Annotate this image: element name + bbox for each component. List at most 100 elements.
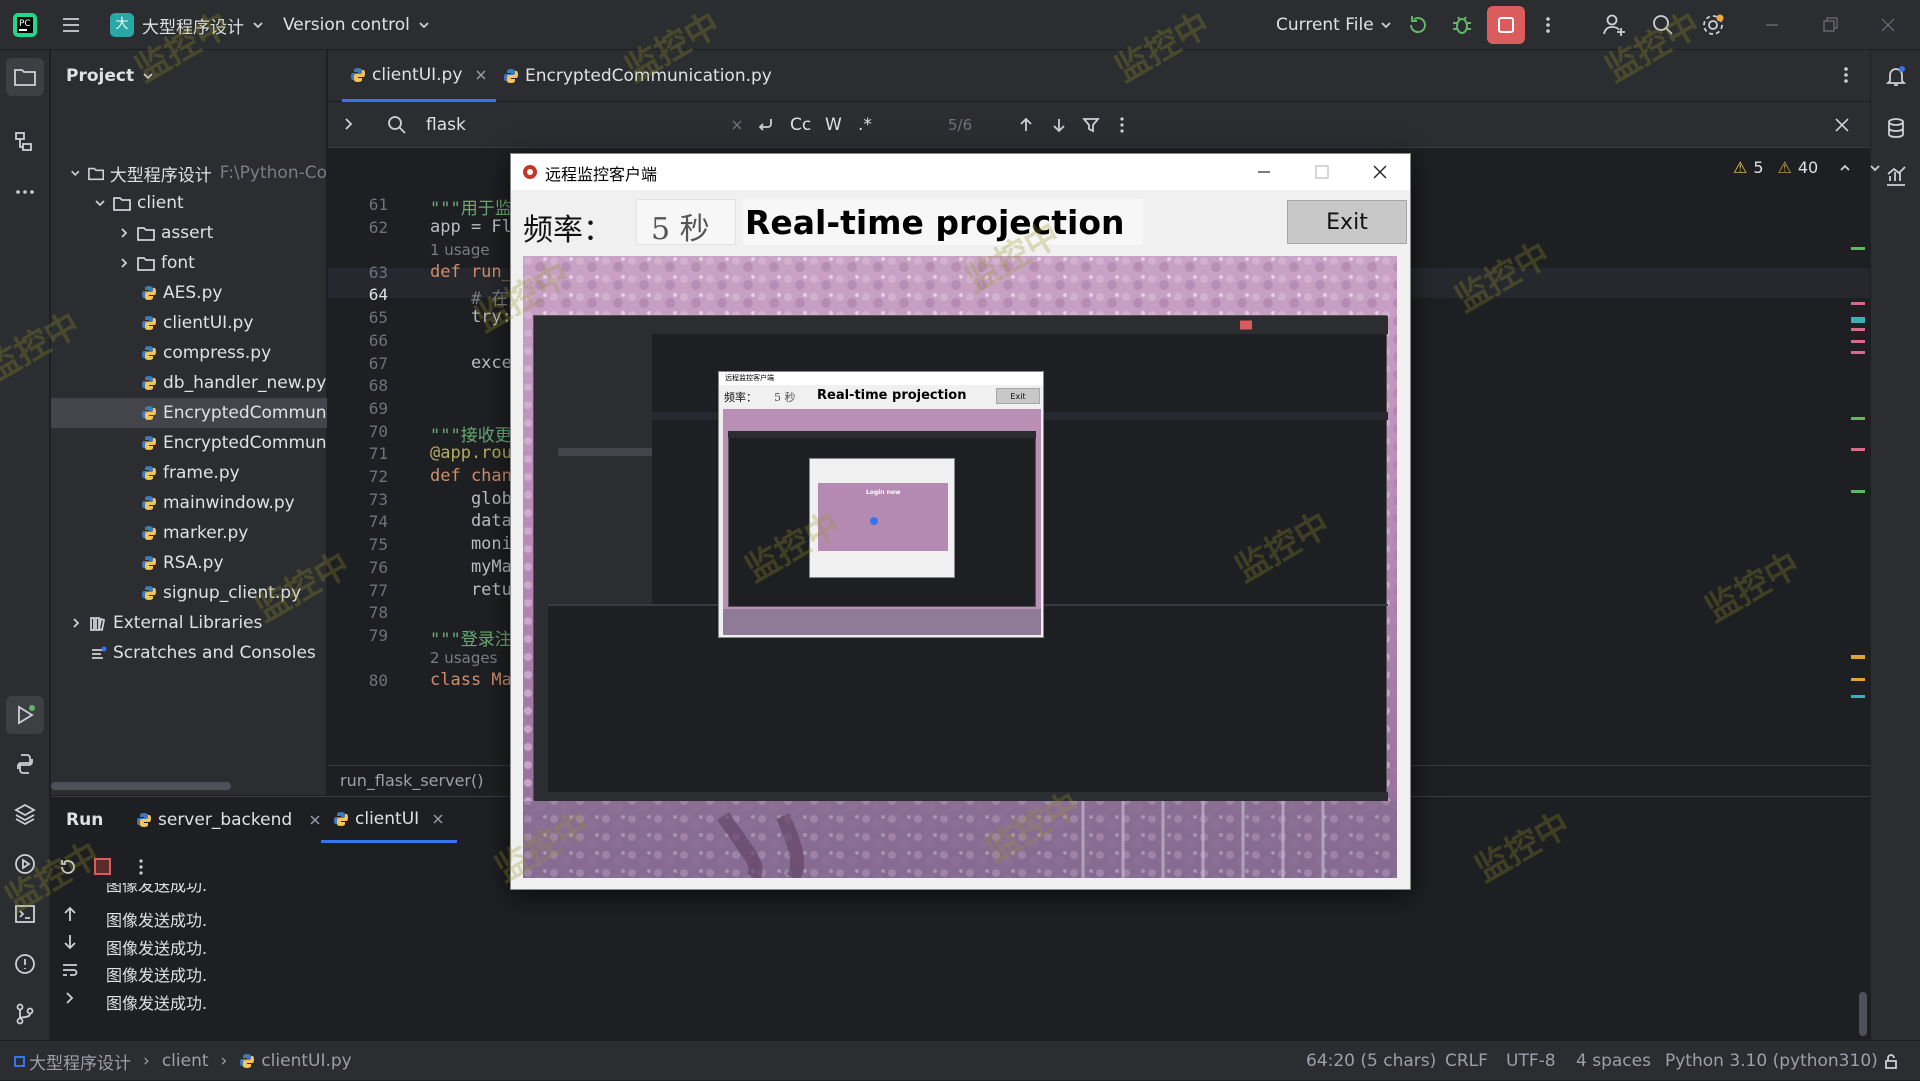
close-find-icon[interactable] bbox=[1833, 116, 1851, 134]
rerun-icon[interactable] bbox=[58, 857, 78, 877]
regex-toggle[interactable]: .* bbox=[858, 115, 872, 135]
tree-file[interactable]: EncryptedCommunic bbox=[51, 428, 327, 458]
inspection-widget[interactable]: ⚠ 5 ⚠ 40 bbox=[1733, 158, 1882, 177]
search-input[interactable]: flask bbox=[426, 102, 466, 148]
status-breadcrumb[interactable]: 大型程序设计 › client › clientUI.py bbox=[14, 1041, 352, 1081]
project-tool-button[interactable] bbox=[6, 58, 44, 96]
usage-hint[interactable]: 1 usage bbox=[430, 241, 490, 259]
database-icon[interactable] bbox=[1884, 116, 1908, 140]
vertical-scrollbar[interactable] bbox=[1859, 992, 1867, 1036]
filter-icon[interactable] bbox=[1081, 115, 1101, 135]
arrow-up-icon[interactable] bbox=[1016, 115, 1036, 135]
close-tab-icon[interactable] bbox=[474, 68, 488, 82]
remote-monitor-window: 远程监控客户端 频率： 5 秒 Real-time projection Exi… bbox=[510, 153, 1411, 890]
horizontal-scrollbar[interactable] bbox=[51, 782, 231, 790]
services-icon[interactable] bbox=[13, 852, 37, 876]
more-options-icon[interactable] bbox=[1112, 114, 1132, 136]
scroll-down-icon[interactable] bbox=[61, 933, 79, 951]
chevron-up-icon[interactable] bbox=[1838, 161, 1852, 175]
close-icon[interactable] bbox=[1371, 163, 1389, 181]
main-menu-icon[interactable] bbox=[60, 0, 82, 50]
tab-clientui[interactable]: clientUI.py bbox=[342, 50, 497, 102]
terminal-icon[interactable] bbox=[13, 902, 37, 926]
soft-wrap-icon[interactable] bbox=[61, 961, 79, 979]
run-config-selector[interactable]: Current File bbox=[1276, 0, 1394, 50]
frequency-input[interactable]: 5 秒 bbox=[636, 199, 736, 247]
git-branch-icon[interactable] bbox=[13, 1002, 37, 1026]
add-user-icon[interactable] bbox=[1601, 0, 1627, 50]
python-file-icon bbox=[142, 316, 156, 330]
tree-file[interactable]: RSA.py bbox=[51, 548, 327, 578]
scroll-up-icon[interactable] bbox=[61, 905, 79, 923]
tree-file[interactable]: mainwindow.py bbox=[51, 488, 327, 518]
tree-file[interactable]: marker.py bbox=[51, 518, 327, 548]
window-titlebar[interactable]: 远程监控客户端 bbox=[511, 154, 1410, 190]
interpreter-selector[interactable]: Python 3.10 (python310) bbox=[1665, 1041, 1878, 1081]
python-packages-icon[interactable] bbox=[13, 802, 37, 826]
more-actions-icon[interactable] bbox=[1538, 0, 1558, 50]
pycharm-logo-icon[interactable]: PC bbox=[12, 0, 38, 50]
minimize-window-icon[interactable] bbox=[1762, 0, 1782, 50]
whole-words-toggle[interactable]: W bbox=[825, 115, 842, 135]
tree-file[interactable]: AES.py bbox=[51, 278, 327, 308]
more-options-icon[interactable] bbox=[131, 857, 151, 877]
minimize-icon[interactable] bbox=[1255, 163, 1273, 181]
tree-folder-font[interactable]: font bbox=[51, 248, 327, 278]
problems-icon[interactable] bbox=[13, 952, 37, 976]
chevron-right-icon bbox=[121, 228, 128, 238]
file-encoding[interactable]: UTF-8 bbox=[1506, 1041, 1556, 1081]
chevron-right-icon[interactable] bbox=[61, 989, 79, 1007]
lock-icon[interactable] bbox=[1882, 1052, 1900, 1070]
stop-icon[interactable] bbox=[94, 858, 111, 875]
tree-scratches[interactable]: Scratches and Consoles bbox=[51, 638, 327, 668]
close-window-icon[interactable] bbox=[1878, 0, 1898, 50]
tab-actions-icon[interactable] bbox=[1836, 64, 1856, 86]
run-tab-server-backend[interactable]: server_backend bbox=[136, 797, 322, 843]
arrow-down-icon[interactable] bbox=[1049, 115, 1069, 135]
restore-window-icon[interactable] bbox=[1820, 0, 1840, 50]
sciview-icon[interactable] bbox=[1884, 164, 1908, 188]
debug-icon[interactable] bbox=[1450, 0, 1474, 50]
code-line: """登录注 bbox=[430, 629, 512, 650]
run-tab-clientui[interactable]: clientUI bbox=[321, 797, 458, 843]
more-tools-icon[interactable] bbox=[13, 180, 37, 204]
error-stripe[interactable] bbox=[1851, 190, 1865, 790]
structure-icon[interactable] bbox=[13, 130, 37, 154]
usage-hint[interactable]: 2 usages bbox=[430, 649, 497, 667]
clear-search-icon[interactable] bbox=[730, 118, 744, 132]
stop-button[interactable] bbox=[1487, 0, 1525, 50]
folder-icon bbox=[14, 69, 36, 86]
new-line-icon[interactable] bbox=[756, 115, 776, 135]
tree-folder-assert[interactable]: assert bbox=[51, 218, 327, 248]
close-tab-icon[interactable] bbox=[431, 812, 445, 826]
tree-file[interactable]: EncryptedCommunic bbox=[51, 398, 327, 428]
search-icon[interactable] bbox=[1651, 0, 1675, 50]
project-panel-header[interactable]: Project bbox=[66, 50, 156, 102]
maximize-icon[interactable] bbox=[1313, 163, 1331, 181]
rerun-icon[interactable] bbox=[1406, 0, 1430, 50]
settings-gear-icon[interactable] bbox=[1700, 0, 1726, 50]
tree-external-libraries[interactable]: External Libraries bbox=[51, 608, 327, 638]
exit-button[interactable]: Exit bbox=[1287, 200, 1407, 244]
match-case-toggle[interactable]: Cc bbox=[790, 115, 811, 135]
python-console-icon[interactable] bbox=[13, 752, 37, 776]
tree-file[interactable]: signup_client.py bbox=[51, 578, 327, 608]
file-label: compress.py bbox=[163, 343, 272, 363]
indent-setting[interactable]: 4 spaces bbox=[1576, 1041, 1651, 1081]
vcs-widget[interactable]: Version control bbox=[283, 0, 432, 50]
tab-encryptedcommunication[interactable]: EncryptedCommunication.py bbox=[503, 50, 772, 102]
chevron-right-icon[interactable] bbox=[340, 116, 356, 132]
root-name: 大型程序设计 bbox=[109, 165, 212, 186]
run-tool-button[interactable] bbox=[6, 696, 44, 734]
tree-file[interactable]: db_handler_new.py bbox=[51, 368, 327, 398]
tree-file[interactable]: frame.py bbox=[51, 458, 327, 488]
tree-file[interactable]: compress.py bbox=[51, 338, 327, 368]
line-separator[interactable]: CRLF bbox=[1445, 1041, 1488, 1081]
tree-file[interactable]: clientUI.py bbox=[51, 308, 327, 338]
project-switcher[interactable]: 大 大型程序设计 bbox=[110, 0, 266, 50]
chevron-down-icon[interactable] bbox=[1868, 161, 1882, 175]
caret-position[interactable]: 64:20 (5 chars) bbox=[1306, 1041, 1436, 1081]
tree-folder-client[interactable]: client bbox=[51, 188, 327, 218]
notifications-icon[interactable] bbox=[1884, 64, 1908, 88]
tree-root[interactable]: 大型程序设计 F:\Python-Co bbox=[51, 158, 327, 188]
